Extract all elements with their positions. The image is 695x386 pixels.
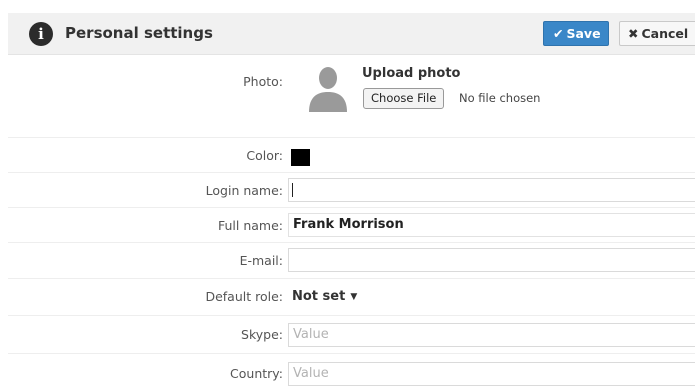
country-row: Country: Value	[8, 354, 695, 386]
email-input[interactable]	[288, 248, 695, 272]
full-name-row: Full name: Frank Morrison	[8, 208, 695, 243]
skype-input[interactable]: Value	[288, 323, 695, 347]
country-label: Country:	[230, 366, 283, 381]
login-name-input[interactable]	[288, 178, 695, 202]
default-role-label: Default role:	[205, 289, 283, 304]
upload-photo-title: Upload photo	[362, 66, 461, 81]
save-label: Save	[566, 26, 601, 41]
settings-header: i Personal settings ✔ Save ✖ Cancel	[8, 13, 695, 55]
photo-row: Photo: Upload photo Choose File No file …	[8, 56, 695, 138]
skype-row: Skype: Value	[8, 316, 695, 354]
page-title: Personal settings	[65, 24, 213, 42]
color-row: Color:	[8, 138, 695, 173]
default-role-dropdown[interactable]: Not set ▼	[292, 289, 357, 304]
close-icon: ✖	[628, 26, 639, 41]
checkmark-icon: ✔	[553, 26, 564, 41]
full-name-input[interactable]: Frank Morrison	[288, 213, 695, 237]
choose-file-button[interactable]: Choose File	[363, 88, 445, 109]
country-input[interactable]: Value	[288, 362, 695, 386]
email-label: E-mail:	[239, 253, 283, 268]
caret-down-icon: ▼	[350, 292, 358, 302]
info-icon: i	[29, 22, 53, 46]
login-name-row: Login name:	[8, 173, 695, 208]
text-cursor	[292, 183, 293, 197]
color-swatch[interactable]	[291, 149, 310, 166]
default-role-row: Default role: Not set ▼	[8, 279, 695, 316]
email-row: E-mail:	[8, 243, 695, 279]
color-label: Color:	[246, 148, 283, 163]
user-avatar-icon	[309, 67, 347, 112]
cancel-label: Cancel	[641, 26, 689, 41]
photo-label: Photo:	[243, 74, 283, 89]
skype-label: Skype:	[241, 327, 283, 342]
default-role-value: Not set	[292, 289, 346, 304]
file-status-text: No file chosen	[459, 91, 541, 105]
full-name-label: Full name:	[217, 218, 283, 233]
save-button[interactable]: ✔ Save	[543, 21, 609, 46]
cancel-button[interactable]: ✖ Cancel	[619, 21, 695, 46]
login-name-label: Login name:	[205, 183, 283, 198]
